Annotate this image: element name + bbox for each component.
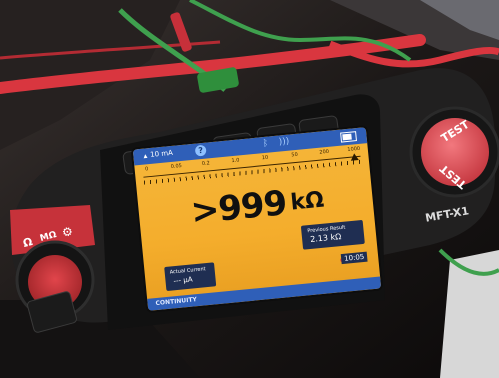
lcd-display: 10 mA ? ᛒ ))) 0 0.05 0.2 1.0 10 50 200 1000 >99… (132, 127, 382, 311)
battery-icon (340, 131, 357, 143)
mode-label: CONTINUITY (155, 296, 198, 308)
scale-tick-label: 200 (319, 148, 330, 156)
scale-marker (350, 153, 359, 161)
bluetooth-icon: ᛒ (262, 138, 269, 150)
photo-scene: TEST TEST MFT-X1 Ω MΩ ⚙ 10 mA ? ᛒ ))) 00… (0, 0, 499, 378)
reading-unit: kΩ (289, 187, 326, 216)
help-icon[interactable]: ? (194, 144, 207, 157)
scale-tick-label: 10 (261, 154, 269, 162)
clock: 10:05 (340, 251, 368, 265)
actual-current-box: Actual Current --- µA (164, 262, 217, 292)
signal-icon: ))) (278, 136, 290, 148)
main-reading: >999 (189, 183, 288, 233)
range-indicator: 10 mA (143, 149, 173, 160)
scale-tick-label: 0.05 (170, 162, 183, 171)
scale-tick-label: 0.2 (201, 160, 211, 168)
scale-tick-label: 1.0 (231, 157, 240, 165)
scale-tick-label: 1000 (347, 145, 361, 154)
scale-tick-label: 0 (144, 166, 149, 173)
scale-tick-label: 50 (291, 151, 299, 159)
